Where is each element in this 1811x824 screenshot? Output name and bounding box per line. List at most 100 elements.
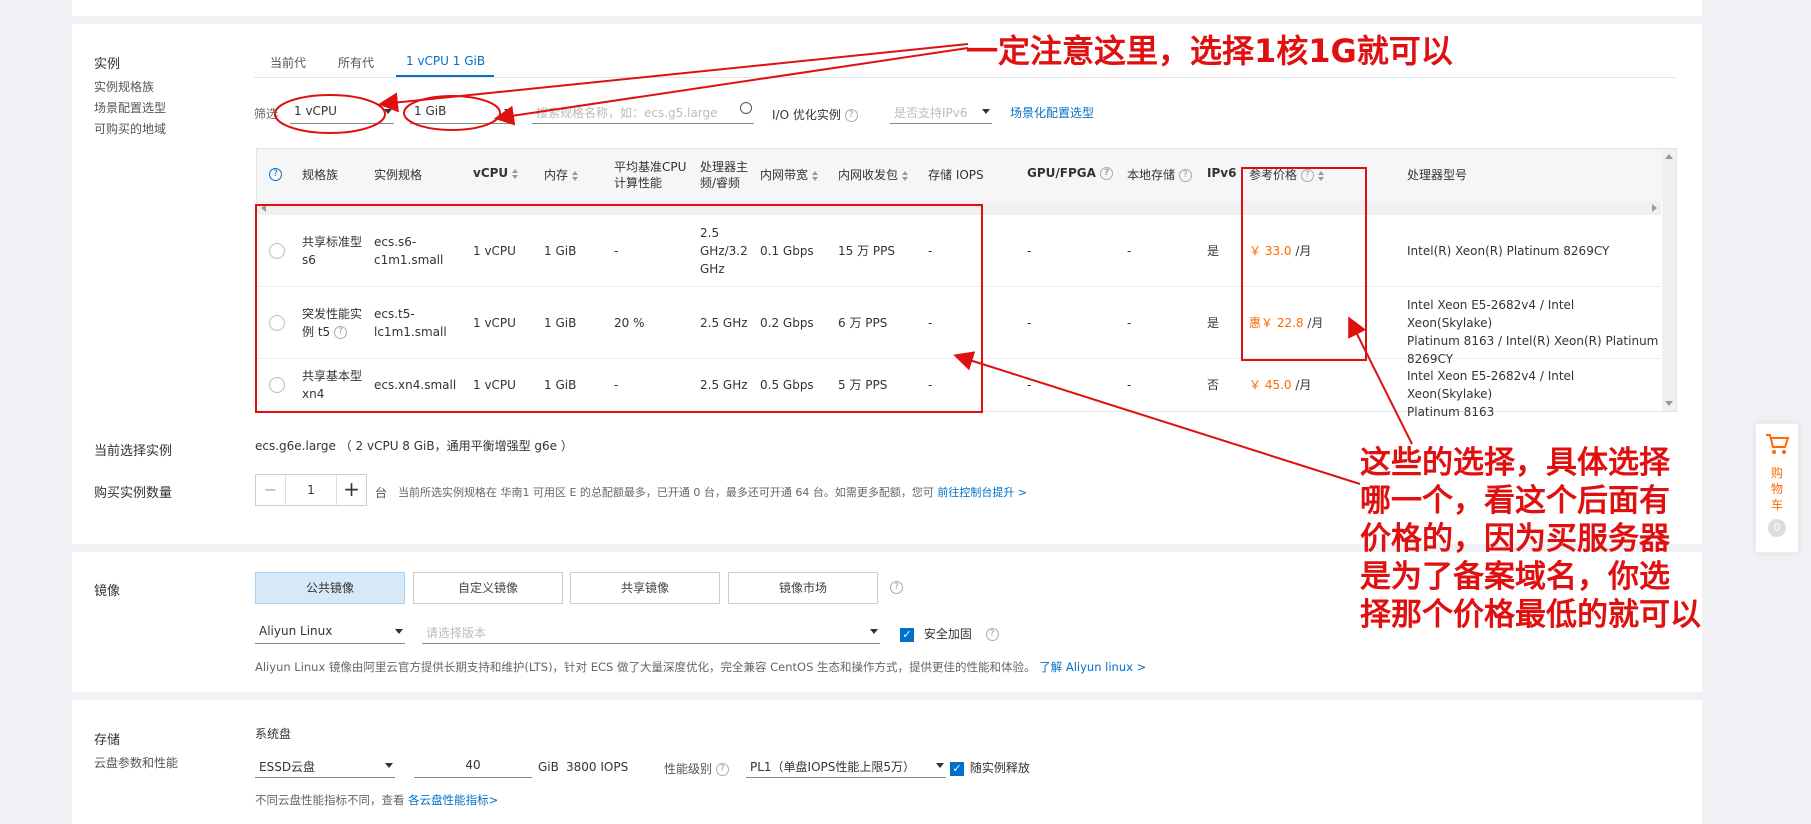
- annotation-line-2: 哪一个，看这个后面有: [1360, 483, 1670, 519]
- filter-label: 筛选: [254, 107, 279, 121]
- quantity-plus-button[interactable]: +: [336, 475, 366, 505]
- ipv6-select[interactable]: 是否支持IPv6: [890, 100, 992, 124]
- release-with-instance-label: 随实例释放: [969, 761, 1030, 775]
- quantity-minus-button[interactable]: −: [256, 475, 286, 505]
- row-spec: ecs.xn4.small: [374, 378, 457, 392]
- chevron-down-icon: [504, 109, 512, 114]
- row-price-value: ￥ 33.0: [1249, 244, 1292, 258]
- th-price-label: 参考价格: [1249, 168, 1298, 182]
- instance-sub-family[interactable]: 实例规格族: [94, 77, 154, 98]
- os-select[interactable]: Aliyun Linux: [255, 620, 405, 644]
- help-icon[interactable]: ?: [1300, 169, 1314, 182]
- perf-level-select[interactable]: PL1（单盘IOPS性能上限5万）: [746, 754, 946, 778]
- aliyun-linux-link[interactable]: 了解 Aliyun linux >: [1039, 660, 1146, 674]
- tab-divider: [254, 77, 1676, 78]
- instance-sub-region[interactable]: 可购买的地域: [94, 119, 166, 140]
- chevron-down-icon: [936, 763, 944, 768]
- quantity-value[interactable]: 1: [286, 475, 336, 505]
- row-price-unit: /月: [1295, 244, 1312, 258]
- scroll-right-icon[interactable]: [1652, 204, 1657, 212]
- row-radio[interactable]: [269, 377, 285, 393]
- th-pps[interactable]: 内网收发包: [838, 166, 909, 183]
- row-frequency: 2.5 GHz: [700, 316, 748, 330]
- disk-size-input[interactable]: 40: [414, 754, 532, 778]
- th-memory[interactable]: 内存: [544, 166, 579, 183]
- tab-1vcpu-1gib[interactable]: 1 vCPU 1 GiB: [406, 54, 485, 68]
- row-local-storage: -: [1127, 316, 1132, 330]
- scene-config-link[interactable]: 场景化配置选型: [1010, 104, 1094, 121]
- quantity-note-text: 当前所选实例规格在 华南1 可用区 E 的总配额最多，已开通 0 台，最多还可开…: [398, 486, 934, 499]
- help-icon[interactable]: ?: [844, 109, 858, 122]
- current-instance-value: ecs.g6e.large （ 2 vCPU 8 GiB，通用平衡增强型 g6e…: [255, 439, 573, 453]
- release-with-instance[interactable]: ✓ 随实例释放: [950, 759, 1030, 776]
- top-card: [72, 0, 1702, 16]
- tab-image-market[interactable]: 镜像市场: [728, 572, 878, 604]
- row-local-storage: -: [1127, 244, 1132, 258]
- row-price-value: ￥ 45.0: [1249, 378, 1292, 392]
- storage-sub: 云盘参数和性能: [94, 756, 179, 770]
- help-icon[interactable]: ?: [1178, 169, 1192, 182]
- row-gpu: -: [1027, 244, 1032, 258]
- instance-sub-scene[interactable]: 场景配置选型: [94, 98, 166, 119]
- row-spec-line-1: ecs.t5-: [374, 307, 415, 321]
- tab-custom-image[interactable]: 自定义镜像: [413, 572, 563, 604]
- th-bandwidth[interactable]: 内网带宽: [760, 166, 819, 183]
- tab-active-indicator: [396, 75, 494, 77]
- storage-title: 存储: [94, 733, 121, 748]
- row-spec: ecs.s6- c1m1.small: [374, 233, 443, 269]
- security-hardening[interactable]: ✓ 安全加固 ?: [900, 625, 999, 642]
- th-vcpu[interactable]: vCPU: [473, 166, 519, 180]
- disk-performance-link[interactable]: 各云盘性能指标>: [408, 793, 498, 807]
- help-icon[interactable]: ?: [269, 168, 282, 181]
- row-radio[interactable]: [269, 243, 285, 259]
- vertical-scrollbar[interactable]: [1662, 149, 1676, 411]
- row-baseline: -: [614, 244, 619, 258]
- row-radio[interactable]: [269, 315, 285, 331]
- disk-type-select[interactable]: ESSD云盘: [255, 754, 395, 778]
- th-baseline-label-2: 计算性能: [614, 176, 663, 190]
- row-local-storage: -: [1127, 378, 1132, 392]
- row-frequency-line-2: GHz/3.2: [700, 244, 748, 258]
- help-icon[interactable]: ?: [1100, 167, 1114, 180]
- perf-level-value: PL1（单盘IOPS性能上限5万）: [750, 760, 916, 774]
- check-icon[interactable]: ✓: [900, 627, 914, 642]
- scroll-left-icon[interactable]: [261, 204, 266, 212]
- cart-icon: [1766, 434, 1790, 454]
- table-row[interactable]: 共享标准型 s6 ecs.s6- c1m1.small 1 vCPU 1 GiB -…: [257, 215, 1661, 287]
- disk-note-text: 不同云盘性能指标不同，查看: [255, 793, 405, 807]
- instance-title: 实例: [94, 57, 121, 72]
- annotation-line-4: 是为了备案域名，你选: [1360, 559, 1670, 595]
- vcpu-select[interactable]: 1 vCPU: [290, 100, 394, 124]
- disk-size-unit: GiB: [538, 760, 559, 774]
- help-icon[interactable]: ?: [985, 628, 999, 641]
- row-price-value: 惠￥ 22.8: [1249, 316, 1304, 330]
- horizontal-scrollbar[interactable]: [257, 201, 1661, 215]
- row-cpu-model: Intel(R) Xeon(R) Platinum 8269CY: [1407, 242, 1609, 260]
- row-pps: 6 万 PPS: [838, 316, 888, 330]
- tab-shared-image[interactable]: 共享镜像: [570, 572, 720, 604]
- row-bandwidth: 0.1 Gbps: [760, 244, 814, 258]
- search-icon[interactable]: [740, 102, 752, 114]
- scroll-up-icon[interactable]: [1665, 154, 1673, 159]
- scroll-down-icon[interactable]: [1665, 401, 1673, 406]
- version-select[interactable]: 请选择版本: [422, 620, 880, 644]
- security-hardening-label: 安全加固: [923, 627, 972, 641]
- check-icon[interactable]: ✓: [950, 761, 964, 776]
- table-row[interactable]: 共享基本型 xn4 ecs.xn4.small 1 vCPU 1 GiB - 2.…: [257, 359, 1661, 419]
- row-price-unit: /月: [1307, 316, 1324, 330]
- help-icon[interactable]: ?: [715, 763, 729, 776]
- help-icon[interactable]: ?: [333, 326, 347, 339]
- table-row[interactable]: 突发性能实例 t5 ? ecs.t5- lc1m1.small 1 vCPU 1 …: [257, 287, 1661, 366]
- help-icon[interactable]: ?: [890, 581, 903, 594]
- tab-all-gen[interactable]: 所有代: [338, 54, 374, 71]
- cart-widget[interactable]: 购物车 0: [1755, 423, 1799, 553]
- memory-select[interactable]: 1 GiB: [410, 100, 514, 124]
- spec-search-input[interactable]: 搜索规格名称，如：ecs.g5.large: [532, 100, 754, 124]
- tab-current-gen[interactable]: 当前代: [270, 54, 306, 71]
- chevron-down-icon: [870, 629, 878, 634]
- tab-public-image[interactable]: 公共镜像: [255, 572, 405, 604]
- table-header: ? 规格族 实例规格 vCPU 内存 平均基准CPU 计算性能 处理器主 频/睿频 …: [257, 149, 1676, 201]
- disk-note: 不同云盘性能指标不同，查看 各云盘性能指标>: [255, 792, 498, 808]
- th-price[interactable]: 参考价格 ?: [1249, 166, 1324, 183]
- quota-increase-link[interactable]: 前往控制台提升 >: [937, 486, 1027, 499]
